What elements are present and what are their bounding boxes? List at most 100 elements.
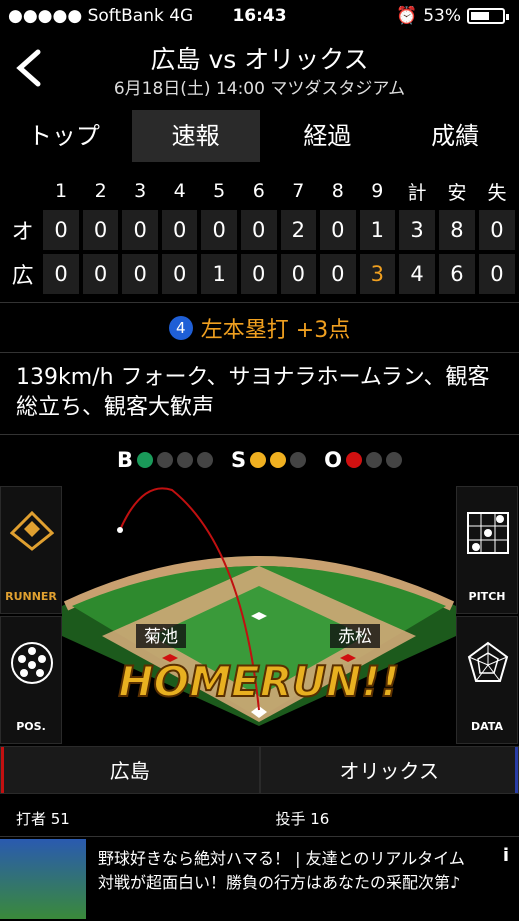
score-cell: 0 [122, 254, 158, 294]
strikes-group: S [231, 448, 306, 472]
positions-icon [10, 641, 54, 685]
outs-label: O [324, 448, 342, 472]
team-abbr: オ [6, 210, 39, 250]
inning-header: 1 [43, 176, 79, 206]
inning-header: 2 [83, 176, 119, 206]
score-cell: 0 [83, 254, 119, 294]
fielder-right-label: 赤松 [338, 627, 372, 647]
inning-header: 7 [281, 176, 317, 206]
score-cell: 0 [83, 210, 119, 250]
battery-percent: 53% [423, 6, 461, 26]
inning-header: 3 [122, 176, 158, 206]
baseball-field: 菊池 赤松 HOMERUN!! [62, 486, 456, 746]
inning-header: 6 [241, 176, 277, 206]
divider [0, 302, 519, 303]
score-cell: 4 [399, 254, 435, 294]
tab-live[interactable]: 速報 [132, 110, 260, 162]
data-button[interactable]: DATA [456, 616, 518, 744]
ball-dot [197, 452, 213, 468]
inning-header: 4 [162, 176, 198, 206]
pitch-grid-icon [466, 511, 510, 555]
total-header: 計 [399, 176, 435, 206]
batter-info: 打者 51 [0, 800, 260, 840]
runner-button[interactable]: RUNNER [0, 486, 62, 614]
out-dot [346, 452, 362, 468]
runner-label: RUNNER [1, 590, 61, 603]
divider [0, 352, 519, 353]
score-cell: 0 [320, 210, 356, 250]
score-cell: 0 [241, 254, 277, 294]
score-cell-current: 3 [360, 254, 396, 294]
data-label: DATA [457, 720, 517, 733]
score-cell: 1 [360, 210, 396, 250]
fielder-left-label: 菊池 [144, 627, 178, 647]
score-cell: 0 [241, 210, 277, 250]
score-row-orix: オ 0 0 0 0 0 0 2 0 1 3 8 0 [6, 210, 515, 250]
score-cell: 0 [162, 254, 198, 294]
score-row-hiroshima: 広 0 0 0 0 1 0 0 0 3 4 6 0 [6, 254, 515, 294]
team-abbr: 広 [6, 254, 39, 294]
page-title: 広島 vs オリックス [0, 40, 519, 76]
player-row: 打者 51 投手 16 [0, 800, 519, 840]
strike-dot [270, 452, 286, 468]
score-cell: 0 [122, 210, 158, 250]
strike-dot [250, 452, 266, 468]
batting-order-badge: 4 [169, 316, 193, 340]
inning-header: 8 [320, 176, 356, 206]
divider [0, 434, 519, 435]
balls-label: B [117, 448, 133, 472]
score-cell: 1 [201, 254, 237, 294]
score-cell: 0 [201, 210, 237, 250]
ball-dot [137, 452, 153, 468]
inning-header: 9 [360, 176, 396, 206]
homerun-banner: HOMERUN!! [118, 657, 399, 706]
score-cell: 8 [439, 210, 475, 250]
inning-header: 5 [201, 176, 237, 206]
tab-top[interactable]: トップ [0, 110, 128, 162]
play-result-text: 左本塁打 +3点 [201, 312, 350, 344]
strikes-label: S [231, 448, 246, 472]
hits-header: 安 [439, 176, 475, 206]
score-cell: 0 [281, 254, 317, 294]
score-cell: 0 [43, 254, 79, 294]
info-icon[interactable]: i [503, 845, 509, 866]
status-bar: ●●●●● SoftBank 4G 16:43 ⏰ 53% [0, 0, 519, 34]
team-tab-orix[interactable]: オリックス [260, 746, 519, 794]
tab-progress[interactable]: 経過 [264, 110, 392, 162]
ball-marker [117, 527, 123, 533]
out-dot [366, 452, 382, 468]
score-cell: 2 [281, 210, 317, 250]
header: 広島 vs オリックス 6月18日(土) 14:00 マツダスタジアム [0, 34, 519, 102]
outs-group: O [324, 448, 402, 472]
out-dot [386, 452, 402, 468]
score-cell: 3 [399, 210, 435, 250]
status-right: ⏰ 53% [396, 6, 505, 26]
ball-dot [177, 452, 193, 468]
pos-label: POS. [1, 720, 61, 733]
scoreboard-header: 1 2 3 4 5 6 7 8 9 計 安 失 [6, 176, 515, 206]
pitch-label: PITCH [457, 590, 517, 603]
diamond-icon [10, 511, 54, 551]
tab-bar: トップ 速報 経過 成績 [0, 110, 519, 162]
strike-dot [290, 452, 306, 468]
ad-thumbnail [0, 839, 86, 919]
team-tabs: 広島 オリックス [0, 746, 519, 794]
position-button[interactable]: POS. [0, 616, 62, 744]
pitch-button[interactable]: PITCH [456, 486, 518, 614]
battery-icon [467, 8, 505, 24]
ball-count: B S O [0, 446, 519, 474]
radar-chart-icon [466, 641, 510, 685]
errors-header: 失 [479, 176, 515, 206]
balls-group: B [117, 448, 213, 472]
ad-text: 野球好きなら絶対ハマる！ | 友達とのリアルタイム対戦が超面白い！勝負の行方はあ… [98, 847, 478, 895]
play-description: 139km/h フォーク、サヨナラホームラン、観客総立ち、観客大歓声 [16, 363, 506, 423]
score-cell: 0 [479, 254, 515, 294]
ball-dot [157, 452, 173, 468]
score-cell: 0 [162, 210, 198, 250]
tab-stats[interactable]: 成績 [391, 110, 519, 162]
play-result: 4 左本塁打 +3点 [0, 305, 519, 351]
game-info: 6月18日(土) 14:00 マツダスタジアム [0, 74, 519, 99]
alarm-icon: ⏰ [396, 6, 417, 26]
team-tab-hiroshima[interactable]: 広島 [0, 746, 260, 794]
ad-banner[interactable]: 野球好きなら絶対ハマる！ | 友達とのリアルタイム対戦が超面白い！勝負の行方はあ… [0, 836, 519, 921]
